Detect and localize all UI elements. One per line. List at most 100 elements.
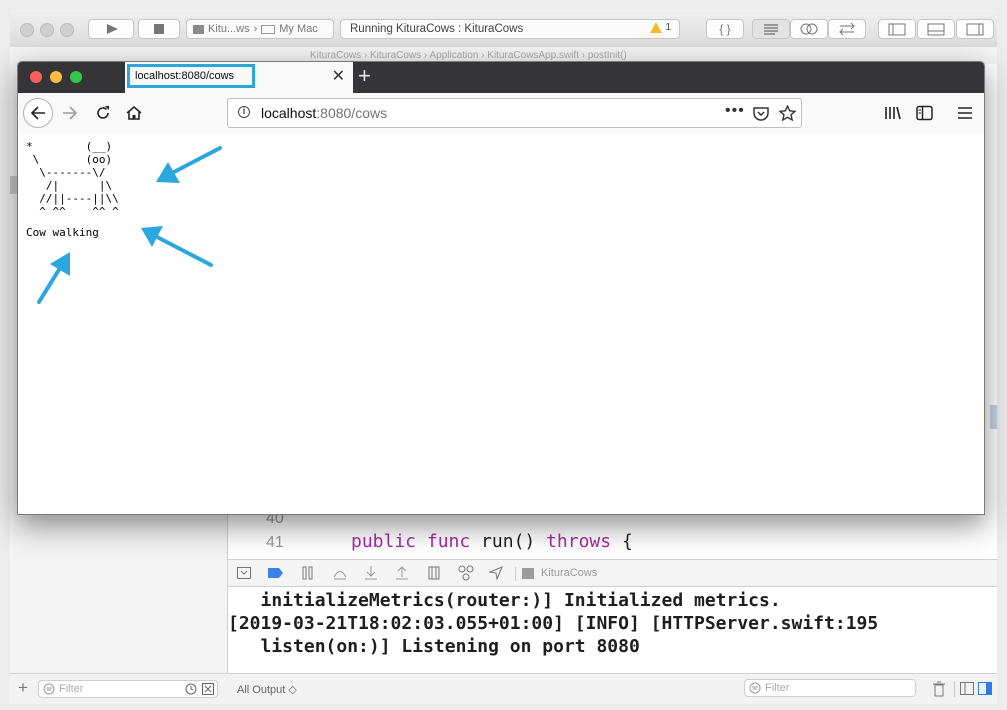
- home-icon: [126, 105, 142, 120]
- stop-button[interactable]: [138, 19, 180, 39]
- separator: [954, 681, 955, 697]
- trash-icon[interactable]: [932, 681, 946, 697]
- console-output[interactable]: initializeMetrics(router:)] Initialized …: [228, 587, 997, 673]
- debug-target-label: KituraCows: [541, 567, 598, 579]
- minimize-window-button[interactable]: [50, 71, 62, 83]
- warning-icon: [650, 22, 663, 33]
- browser-tab[interactable]: localhost:8080/cows ✕: [125, 62, 353, 93]
- close-window-button[interactable]: [20, 23, 34, 37]
- assistant-editor-button[interactable]: [790, 19, 828, 39]
- navigator-toggle[interactable]: [878, 19, 916, 39]
- lines-icon: [764, 24, 778, 35]
- library-icon[interactable]: [884, 105, 902, 121]
- computer-icon: [261, 24, 276, 34]
- tab-bar: localhost:8080/cows ✕ +: [18, 62, 984, 93]
- forward-button[interactable]: [58, 101, 82, 125]
- cow-caption: Cow walking: [26, 226, 99, 239]
- step-over-icon[interactable]: [332, 566, 348, 580]
- activity-status: Running KituraCows : KituraCows: [350, 23, 524, 35]
- play-icon: [107, 24, 118, 34]
- tab-title: localhost:8080/cows: [127, 64, 255, 88]
- close-icon[interactable]: ✕: [332, 67, 345, 87]
- scheme-name: Kitu...ws: [208, 23, 250, 35]
- arrows-icon: [839, 22, 855, 36]
- reload-icon: [97, 106, 109, 119]
- info-icon[interactable]: i: [238, 106, 250, 118]
- braces-icon: { }: [719, 22, 731, 36]
- debug-area-toggle[interactable]: [917, 19, 955, 39]
- minimize-window-button[interactable]: [40, 23, 54, 37]
- home-button[interactable]: [122, 101, 146, 125]
- bookmark-star-icon[interactable]: [779, 105, 796, 121]
- new-tab-button[interactable]: +: [358, 64, 371, 88]
- console-line: [2019-03-21T18:02:03.055+01:00] [INFO] […: [228, 613, 879, 634]
- breakpoints-icon[interactable]: [268, 567, 284, 579]
- back-button[interactable]: [23, 98, 53, 128]
- scheme-selector[interactable]: Kitu...ws › My Mac: [186, 19, 334, 39]
- filter-icon: [749, 682, 761, 694]
- filter-icon: [43, 683, 55, 695]
- console-view-icon[interactable]: [978, 682, 992, 695]
- page-content: * (__) \ (oo) \-------\/ /| |\ //||----|…: [18, 134, 984, 514]
- sidebar-icon[interactable]: [916, 105, 933, 121]
- debug-bar: KituraCows: [228, 559, 997, 587]
- arrow-left-icon: [30, 106, 45, 120]
- memory-graph-icon[interactable]: [458, 565, 474, 581]
- pocket-icon[interactable]: [753, 106, 769, 121]
- console-filter-placeholder: Filter: [765, 682, 790, 694]
- navigation-toolbar: i localhost:8080/cows •••: [18, 93, 984, 135]
- bottom-panel-icon: [927, 23, 945, 36]
- code-text: {: [611, 531, 633, 552]
- url-text: localhost:8080/cows: [261, 105, 387, 121]
- zoom-window-button[interactable]: [60, 23, 74, 37]
- arrow-right-icon: [63, 106, 78, 120]
- chevron-right-icon: ›: [253, 23, 258, 35]
- url-host: localhost: [261, 105, 317, 121]
- navigator-filter-field[interactable]: Filter: [38, 680, 218, 698]
- firefox-window: localhost:8080/cows ✕ + i localhost:8080…: [17, 61, 985, 515]
- version-editor-button[interactable]: [828, 19, 866, 39]
- console-line: listen(on:)] Listening on port 8080: [228, 636, 640, 657]
- console-filter-field[interactable]: Filter: [744, 679, 916, 697]
- left-panel-icon: [888, 23, 906, 36]
- menu-icon[interactable]: [957, 106, 973, 120]
- scheme-icon: [193, 24, 204, 34]
- stop-icon: [154, 24, 164, 34]
- step-out-icon[interactable]: [395, 566, 409, 580]
- code-text: run(): [470, 531, 547, 552]
- variables-view-icon[interactable]: [960, 682, 974, 695]
- pause-icon[interactable]: [301, 566, 315, 580]
- step-into-icon[interactable]: [364, 566, 378, 580]
- navigator-filter-placeholder: Filter: [59, 683, 84, 695]
- keyword: throws: [546, 531, 612, 552]
- line-number: 41: [266, 534, 284, 551]
- activity-viewer: Running KituraCows : KituraCows 1: [340, 19, 680, 39]
- clock-icon[interactable]: [185, 683, 197, 695]
- view-hierarchy-icon[interactable]: [427, 566, 441, 580]
- standard-editor-button[interactable]: [752, 19, 790, 39]
- code-line: public func run() throws {: [351, 531, 633, 552]
- separator: [515, 567, 516, 581]
- cow-ascii-art: * (__) \ (oo) \-------\/ /| |\ //||----|…: [26, 140, 119, 218]
- library-button[interactable]: { }: [706, 19, 744, 39]
- zoom-window-button[interactable]: [70, 71, 82, 83]
- url-path: :8080/cows: [316, 105, 388, 121]
- close-window-button[interactable]: [30, 71, 42, 83]
- run-button[interactable]: [88, 19, 134, 39]
- right-panel-icon: [966, 23, 984, 36]
- xcode-toolbar: Kitu...ws › My Mac Running KituraCows : …: [10, 10, 997, 48]
- venn-icon: [800, 23, 818, 35]
- scm-filter-icon[interactable]: [202, 683, 214, 695]
- url-bar[interactable]: i localhost:8080/cows •••: [227, 98, 802, 128]
- console-line: initializeMetrics(router:)] Initialized …: [228, 590, 781, 611]
- add-icon[interactable]: +: [18, 678, 28, 698]
- output-selector[interactable]: All Output ◇: [237, 683, 297, 696]
- location-icon[interactable]: [489, 566, 503, 580]
- hide-debug-area-icon[interactable]: [237, 567, 251, 579]
- xcode-bottom-bar: + Filter All Output ◇ Filter: [10, 673, 997, 704]
- jump-bar-path[interactable]: KituraCows › KituraCows › Application › …: [310, 50, 627, 61]
- reload-button[interactable]: [91, 101, 115, 125]
- inspector-toggle[interactable]: [956, 19, 994, 39]
- warning-indicator[interactable]: 1: [650, 22, 671, 33]
- page-actions-icon[interactable]: •••: [725, 102, 745, 120]
